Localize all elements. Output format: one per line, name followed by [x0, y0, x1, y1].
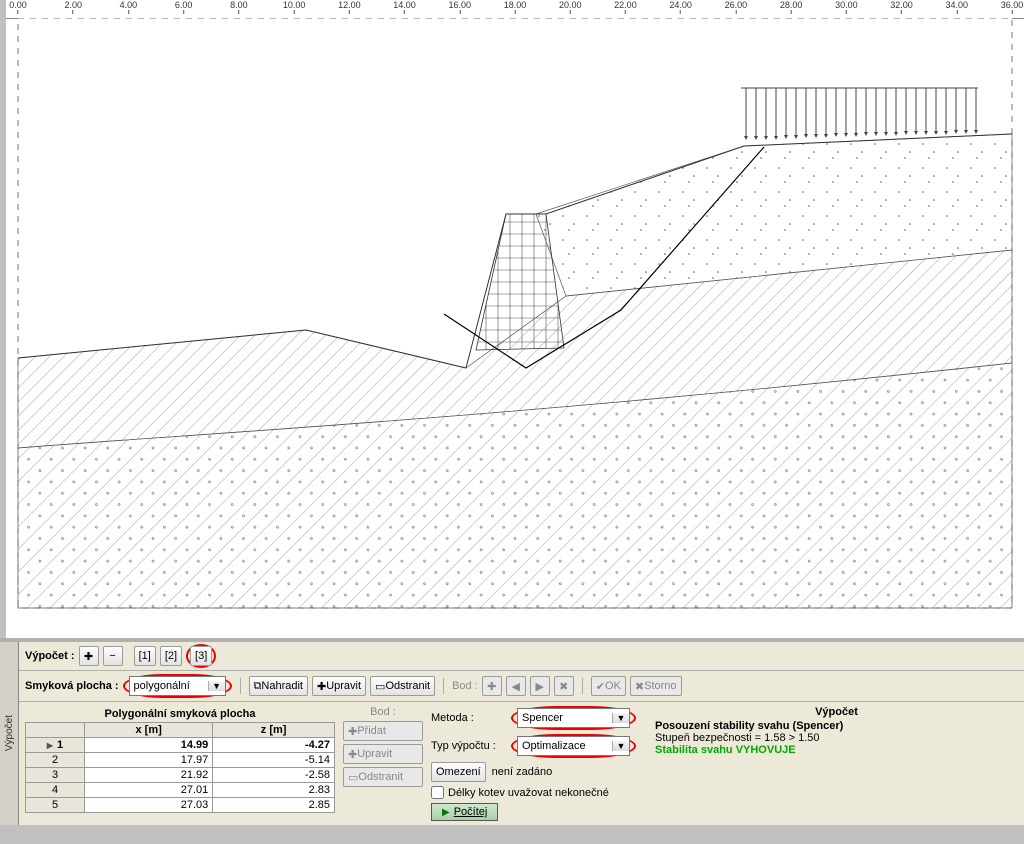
ruler-tick: 36.00 [1001, 0, 1024, 14]
method-value[interactable] [518, 710, 612, 726]
slipsurface-type-combo[interactable]: ▼ [129, 676, 226, 696]
edit-button[interactable]: ✚ Upravit [312, 676, 366, 696]
result-heading: Posouzení stability svahu (Spencer) [655, 720, 843, 732]
table-row[interactable]: 217.97-5.14 [26, 753, 335, 768]
slope-drawing: placeholder [6, 18, 1024, 638]
cell-x: 21.92 [85, 768, 213, 783]
table-row[interactable]: 114.99-4.27 [26, 738, 335, 753]
ruler-tick: 18.00 [504, 0, 527, 14]
ruler-tick: 30.00 [835, 0, 858, 14]
ruler-tick: 26.00 [725, 0, 748, 14]
edit-add-button: ✚ Přidat [343, 721, 423, 741]
row-number: 1 [26, 738, 85, 753]
ruler-tick: 20.00 [559, 0, 582, 14]
slipsurface-label: Smyková plocha : [25, 680, 119, 692]
slipsurface-type-value[interactable] [130, 678, 208, 694]
result-safety: Stupeň bezpečnosti = 1.58 > 1.50 [655, 732, 1018, 744]
method-label: Metoda : [431, 712, 505, 724]
col-x: x [m] [85, 723, 213, 738]
calc-toolbar: Výpočet : ✚ − [1] [2] [3] [19, 642, 1024, 671]
ruler-tick: 32.00 [890, 0, 913, 14]
storno-button: ✖ Storno [630, 676, 682, 696]
points-table[interactable]: x [m] z [m] 114.99-4.27217.97-5.14321.92… [25, 722, 335, 813]
remove-button[interactable]: ▭ Odstranit [370, 676, 435, 696]
cell-z: -5.14 [213, 753, 335, 768]
ruler-tick: 8.00 [230, 0, 248, 14]
table-row[interactable]: 321.92-2.58 [26, 768, 335, 783]
run-button[interactable]: Počítej [431, 803, 498, 821]
result-title: Výpočet [655, 706, 1018, 720]
result-pass: Stabilita svahu VYHOVUJE [655, 744, 1018, 756]
point-del-button: ✖ [554, 676, 574, 696]
edit-edit-button: ✚ Upravit [343, 744, 423, 764]
ruler-tick: 6.00 [175, 0, 193, 14]
method-combo[interactable]: ▼ [517, 708, 630, 728]
ruler-tick: 24.00 [669, 0, 692, 14]
ruler-tick: 16.00 [449, 0, 472, 14]
edit-remove-button: ▭ Odstranit [343, 767, 423, 787]
add-calc-button[interactable]: ✚ [79, 646, 99, 666]
calctype-value[interactable] [518, 738, 612, 754]
ruler-tick: 34.00 [946, 0, 969, 14]
infinite-anchors-checkbox[interactable]: Délky kotev uvažovat nekonečné [431, 786, 641, 799]
ruler-tick: 22.00 [614, 0, 637, 14]
point-add-button: ✚ [482, 676, 502, 696]
cell-x: 27.01 [85, 783, 213, 798]
calctype-combo[interactable]: ▼ [517, 736, 630, 756]
point-move-r-button: ▶ [530, 676, 550, 696]
col-z: z [m] [213, 723, 335, 738]
limit-text: není zadáno [492, 766, 553, 778]
ruler-tick: 2.00 [64, 0, 82, 14]
cell-x: 14.99 [85, 738, 213, 753]
chevron-down-icon[interactable]: ▼ [612, 741, 629, 751]
cell-z: 2.83 [213, 783, 335, 798]
drawing-canvas[interactable]: 0.00 2.00 4.00 6.00 8.00 10.00 12.00 14.00 16.00… [0, 0, 1024, 638]
cell-z: -2.58 [213, 768, 335, 783]
bod-label: Bod : [452, 680, 478, 692]
chevron-down-icon[interactable]: ▼ [208, 681, 225, 691]
edit-col-label: Bod : [343, 706, 423, 718]
cell-z: 2.85 [213, 798, 335, 813]
horizontal-ruler: 0.00 2.00 4.00 6.00 8.00 10.00 12.00 14.00 16.00… [6, 0, 1024, 19]
ruler-tick: 14.00 [393, 0, 416, 14]
row-number: 5 [26, 798, 85, 813]
table-row[interactable]: 527.032.85 [26, 798, 335, 813]
ruler-tick: 0.00 [9, 0, 27, 14]
slipsurface-toolbar: Smyková plocha : ▼ ⧉ Nahradit ✚ Upravit … [19, 671, 1024, 702]
calc-tab-1[interactable]: [1] [134, 646, 156, 666]
chevron-down-icon[interactable]: ▼ [612, 713, 629, 723]
table-title: Polygonální smyková plocha [25, 706, 335, 722]
limit-button[interactable]: Omezení [431, 762, 486, 782]
replace-button[interactable]: ⧉ Nahradit [249, 676, 308, 696]
calc-tab-3[interactable]: [3] [190, 646, 212, 666]
cell-x: 27.03 [85, 798, 213, 813]
ruler-tick: 4.00 [120, 0, 138, 14]
remove-calc-button[interactable]: − [103, 646, 123, 666]
side-tab-vypocet[interactable]: Výpočet [0, 642, 19, 825]
row-number: 3 [26, 768, 85, 783]
calc-tab-2[interactable]: [2] [160, 646, 182, 666]
ok-button: ✔ OK [591, 676, 626, 696]
table-row[interactable]: 427.012.83 [26, 783, 335, 798]
point-move-l-button: ◀ [506, 676, 526, 696]
ruler-tick: 12.00 [338, 0, 361, 14]
row-number: 4 [26, 783, 85, 798]
cell-z: -4.27 [213, 738, 335, 753]
calc-label: Výpočet : [25, 650, 75, 662]
ruler-tick: 10.00 [283, 0, 306, 14]
row-number: 2 [26, 753, 85, 768]
ruler-tick: 28.00 [780, 0, 803, 14]
calctype-label: Typ výpočtu : [431, 740, 505, 752]
cell-x: 17.97 [85, 753, 213, 768]
